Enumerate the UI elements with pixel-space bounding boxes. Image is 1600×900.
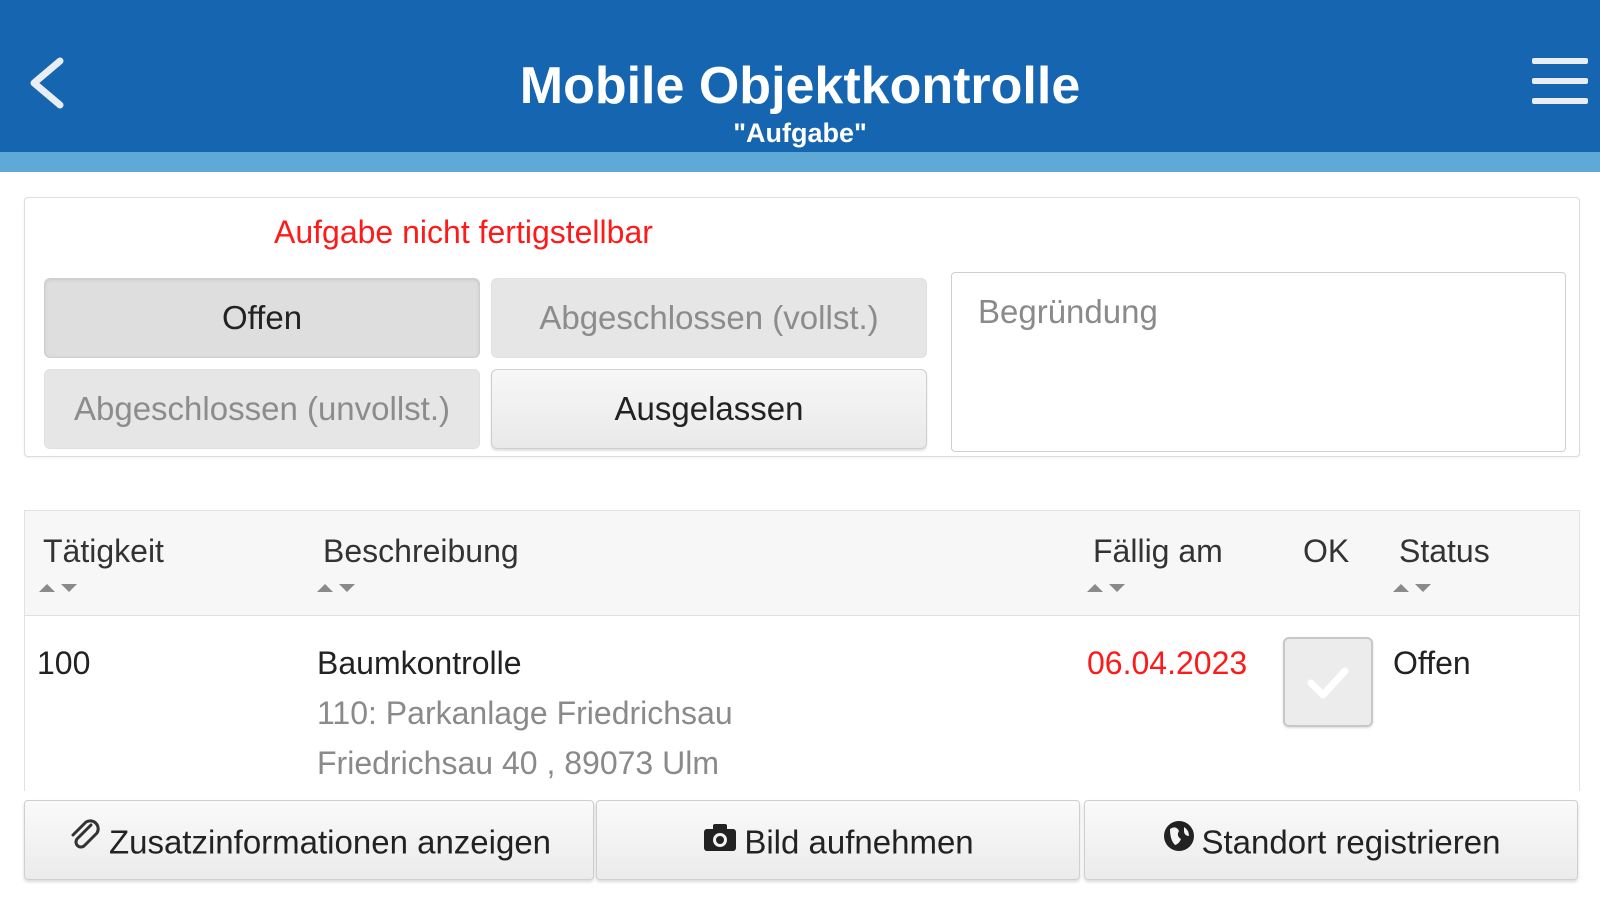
cell-beschreibung: Baumkontrolle [317, 645, 522, 681]
sort-arrows-icon[interactable] [1393, 581, 1437, 593]
status-offen-button[interactable]: Offen [44, 278, 480, 358]
column-header-ok: OK [1303, 533, 1350, 569]
take-photo-button[interactable]: Bild aufnehmen [596, 800, 1080, 880]
status-abgeschlossen-unvollst-button[interactable]: Abgeschlossen (unvollst.) [44, 369, 480, 449]
completion-warning: Aufgabe nicht fertigstellbar [274, 214, 653, 250]
task-table: Tätigkeit Beschreibung Fällig am OK Stat… [24, 510, 1580, 791]
camera-icon [702, 803, 738, 881]
show-additional-info-label: Zusatzinformationen anzeigen [108, 823, 552, 861]
column-header-faellig[interactable]: Fällig am [1093, 533, 1223, 570]
cell-address: Friedrichsau 40 , 89073 Ulm [317, 745, 719, 781]
cell-taetigkeit: 100 [37, 645, 91, 681]
column-header-beschreibung[interactable]: Beschreibung [323, 533, 519, 570]
register-location-label: Standort registrieren [1201, 823, 1501, 861]
paperclip-icon [67, 803, 103, 881]
sort-arrows-icon[interactable] [1087, 581, 1131, 593]
page-subtitle: "Aufgabe" [733, 118, 867, 148]
ok-checkbox[interactable] [1283, 637, 1373, 727]
status-ausgelassen-button[interactable]: Ausgelassen [491, 369, 927, 449]
column-header-status[interactable]: Status [1399, 533, 1490, 570]
take-photo-label: Bild aufnehmen [744, 823, 974, 861]
cell-object-name: 110: Parkanlage Friedrichsau [317, 695, 733, 731]
checkmark-icon [1307, 667, 1349, 699]
page-title: Mobile Objektkontrolle [519, 57, 1081, 115]
register-location-button[interactable]: Standort registrieren [1084, 800, 1578, 880]
globe-icon [1162, 803, 1196, 881]
sort-arrows-icon[interactable] [317, 581, 361, 593]
cell-status: Offen [1393, 645, 1471, 681]
sort-arrows-icon[interactable] [39, 581, 83, 593]
status-abgeschlossen-vollst-button[interactable]: Abgeschlossen (vollst.) [491, 278, 927, 358]
header-accent-stripe [0, 152, 1600, 172]
reason-textarea[interactable] [951, 272, 1566, 452]
show-additional-info-button[interactable]: Zusatzinformationen anzeigen [24, 800, 594, 880]
cell-due-date: 06.04.2023 [1087, 645, 1248, 681]
table-header: Tätigkeit Beschreibung Fällig am OK Stat… [25, 511, 1579, 616]
hamburger-menu-icon[interactable] [1532, 58, 1588, 104]
column-header-taetigkeit[interactable]: Tätigkeit [43, 533, 164, 570]
